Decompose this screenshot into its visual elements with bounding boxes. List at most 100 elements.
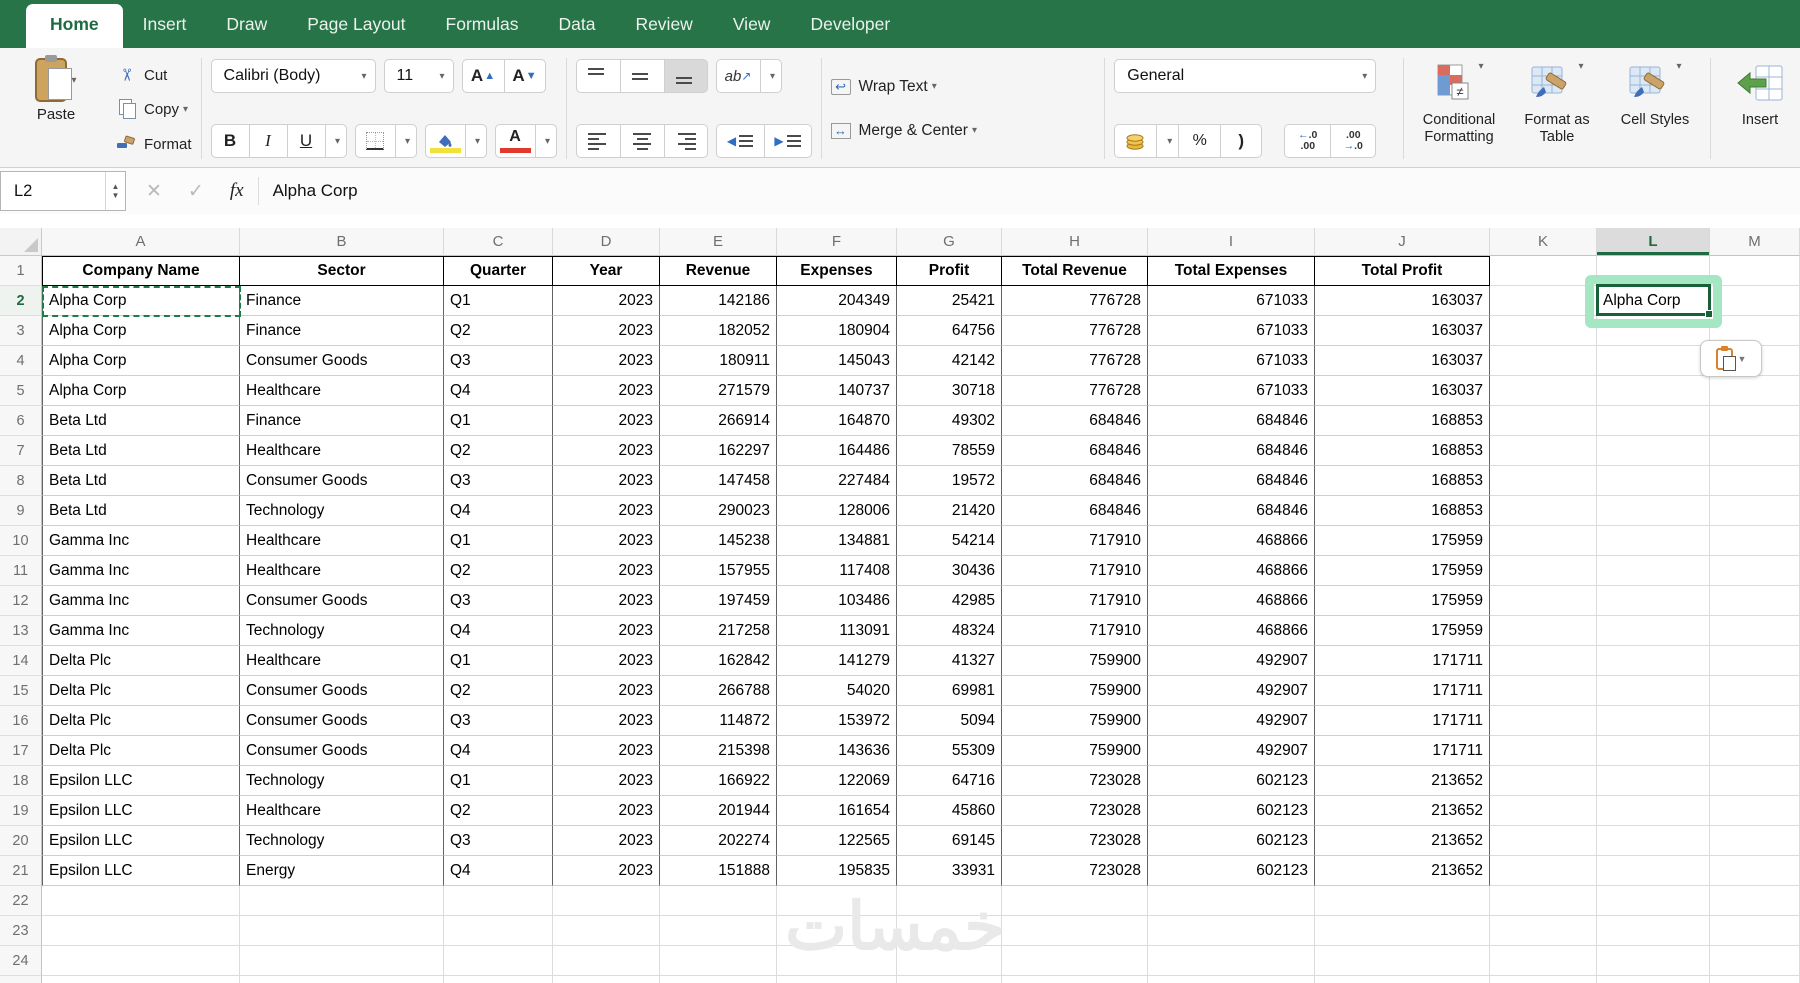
cell-D5[interactable]: 2023 [553,376,660,406]
cell-G20[interactable]: 69145 [897,826,1002,856]
cell-B17[interactable]: Consumer Goods [240,736,444,766]
cell-J13[interactable]: 175959 [1315,616,1490,646]
borders-button[interactable] [355,124,395,158]
cell-I13[interactable]: 468866 [1148,616,1315,646]
cell-C15[interactable]: Q2 [444,676,553,706]
cell-G5[interactable]: 30718 [897,376,1002,406]
cell-A19[interactable]: Epsilon LLC [42,796,240,826]
cell-F8[interactable]: 227484 [777,466,897,496]
cell-D6[interactable]: 2023 [553,406,660,436]
cell-J1[interactable]: Total Profit [1315,256,1490,286]
cell-A2[interactable]: Alpha Corp [42,286,240,316]
cell-I25[interactable] [1148,976,1315,983]
cell-I8[interactable]: 684846 [1148,466,1315,496]
cell-B13[interactable]: Technology [240,616,444,646]
accounting-dropdown-button[interactable]: ▾ [1156,124,1178,158]
cell-L7[interactable] [1597,436,1710,466]
cell-K16[interactable] [1490,706,1597,736]
cell-I22[interactable] [1148,886,1315,916]
grow-font-button[interactable]: A▲ [462,59,504,93]
cell-J7[interactable]: 168853 [1315,436,1490,466]
row-header-13[interactable]: 13 [0,616,42,646]
cell-C5[interactable]: Q4 [444,376,553,406]
cell-B15[interactable]: Consumer Goods [240,676,444,706]
cell-B2[interactable]: Finance [240,286,444,316]
row-header-10[interactable]: 10 [0,526,42,556]
cell-J21[interactable]: 213652 [1315,856,1490,886]
align-left-button[interactable] [576,124,620,158]
cell-H18[interactable]: 723028 [1002,766,1148,796]
row-header-16[interactable]: 16 [0,706,42,736]
cell-F22[interactable] [777,886,897,916]
cell-L25[interactable] [1597,976,1710,983]
cell-K6[interactable] [1490,406,1597,436]
increase-indent-button[interactable]: ▶ [764,124,812,158]
cell-H24[interactable] [1002,946,1148,976]
cell-B23[interactable] [240,916,444,946]
cell-F7[interactable]: 164486 [777,436,897,466]
cell-E14[interactable]: 162842 [660,646,777,676]
cell-L8[interactable] [1597,466,1710,496]
cell-E6[interactable]: 266914 [660,406,777,436]
row-header-2[interactable]: 2 [0,286,42,316]
cell-L10[interactable] [1597,526,1710,556]
cell-K22[interactable] [1490,886,1597,916]
column-header-L[interactable]: L [1597,228,1710,256]
cell-D25[interactable] [553,976,660,983]
row-header-4[interactable]: 4 [0,346,42,376]
cell-H10[interactable]: 717910 [1002,526,1148,556]
cell-I19[interactable]: 602123 [1148,796,1315,826]
cell-G7[interactable]: 78559 [897,436,1002,466]
cell-C21[interactable]: Q4 [444,856,553,886]
tab-insert[interactable]: Insert [123,3,207,48]
cell-J15[interactable]: 171711 [1315,676,1490,706]
cell-A25[interactable] [42,976,240,983]
cell-H9[interactable]: 684846 [1002,496,1148,526]
cell-F23[interactable] [777,916,897,946]
cell-M8[interactable] [1710,466,1800,496]
cell-L20[interactable] [1597,826,1710,856]
cell-J12[interactable]: 175959 [1315,586,1490,616]
cell-L23[interactable] [1597,916,1710,946]
cell-G12[interactable]: 42985 [897,586,1002,616]
cell-G18[interactable]: 64716 [897,766,1002,796]
cell-F12[interactable]: 103486 [777,586,897,616]
column-header-E[interactable]: E [660,228,777,256]
cell-I9[interactable]: 684846 [1148,496,1315,526]
cell-J16[interactable]: 171711 [1315,706,1490,736]
cell-K20[interactable] [1490,826,1597,856]
cell-K23[interactable] [1490,916,1597,946]
cell-K25[interactable] [1490,976,1597,983]
cell-J4[interactable]: 163037 [1315,346,1490,376]
cell-C24[interactable] [444,946,553,976]
cell-B24[interactable] [240,946,444,976]
shrink-font-button[interactable]: A▼ [504,59,546,93]
cell-A15[interactable]: Delta Plc [42,676,240,706]
cell-D21[interactable]: 2023 [553,856,660,886]
cell-M24[interactable] [1710,946,1800,976]
cell-K7[interactable] [1490,436,1597,466]
cell-C6[interactable]: Q1 [444,406,553,436]
cell-A24[interactable] [42,946,240,976]
cell-F18[interactable]: 122069 [777,766,897,796]
cell-E16[interactable]: 114872 [660,706,777,736]
cell-J8[interactable]: 168853 [1315,466,1490,496]
percent-style-button[interactable]: % [1178,124,1220,158]
cell-D22[interactable] [553,886,660,916]
cell-K18[interactable] [1490,766,1597,796]
cell-A5[interactable]: Alpha Corp [42,376,240,406]
tab-view[interactable]: View [713,3,791,48]
tab-data[interactable]: Data [538,3,615,48]
font-color-button[interactable]: A [495,124,535,158]
cell-M2[interactable] [1710,286,1800,316]
cell-B1[interactable]: Sector [240,256,444,286]
cell-D17[interactable]: 2023 [553,736,660,766]
cell-I12[interactable]: 468866 [1148,586,1315,616]
cell-C1[interactable]: Quarter [444,256,553,286]
cell-D8[interactable]: 2023 [553,466,660,496]
cell-B10[interactable]: Healthcare [240,526,444,556]
cell-H8[interactable]: 684846 [1002,466,1148,496]
cell-M13[interactable] [1710,616,1800,646]
cell-E10[interactable]: 145238 [660,526,777,556]
cell-I3[interactable]: 671033 [1148,316,1315,346]
